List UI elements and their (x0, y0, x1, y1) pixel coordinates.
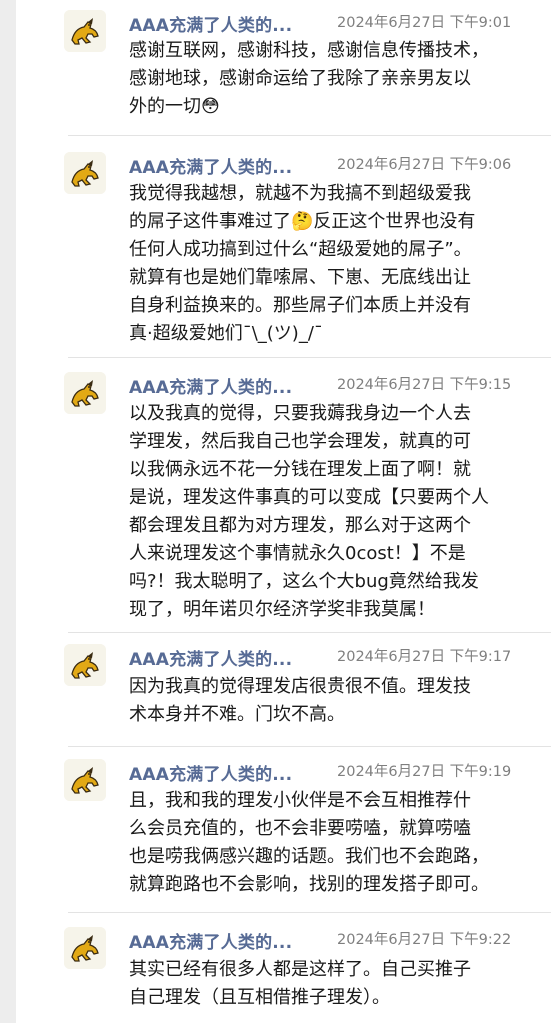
comment-feed: AAA充满了人类的... 2024年6月27日 下午9:01 感谢互联网，感谢科… (16, 0, 551, 1023)
horse-logo-icon (64, 927, 106, 969)
comment-text: 以及我真的觉得，只要我薅我身边一个人去 学理发，然后我自己也学会理发，就真的可 … (129, 403, 489, 620)
timestamp: 2024年6月27日 下午9:15 (337, 377, 512, 393)
author-name[interactable]: AAA充满了人类的... (129, 373, 292, 398)
author-name[interactable]: AAA充满了人类的... (129, 760, 292, 785)
timestamp: 2024年6月27日 下午9:22 (337, 932, 512, 948)
comment-text: 我觉得我越想，就越不为我搞不到超级爱我 的屌子这件事难过了🤔反正这个世界也没有 … (129, 183, 476, 344)
divider (68, 357, 551, 358)
divider (68, 135, 551, 136)
author-name[interactable]: AAA充满了人类的... (129, 645, 292, 670)
avatar[interactable] (64, 10, 106, 52)
author-name[interactable]: AAA充满了人类的... (129, 153, 292, 178)
author-name[interactable]: AAA充满了人类的... (129, 928, 292, 953)
horse-logo-icon (64, 152, 106, 194)
comment-text: 因为我真的觉得理发店很贵很不值。理发技 术本身并不难。门坎不高。 (129, 676, 471, 725)
avatar[interactable] (64, 759, 106, 801)
timestamp: 2024年6月27日 下午9:01 (337, 15, 512, 31)
horse-logo-icon (64, 372, 106, 414)
divider (68, 632, 551, 633)
timestamp: 2024年6月27日 下午9:19 (337, 764, 512, 780)
comment-text: 其实已经有很多人都是这样了。自己买推子 自己理发（且互相借推子理发）。 (129, 959, 471, 1008)
timestamp: 2024年6月27日 下午9:06 (337, 157, 512, 173)
divider (68, 746, 551, 747)
comment-text: 且，我和我的理发小伙伴是不会互相推荐什 么会员充值的，也不会非要唠嗑，就算唠嗑 … (129, 790, 489, 895)
avatar[interactable] (64, 372, 106, 414)
timestamp: 2024年6月27日 下午9:17 (337, 649, 512, 665)
comment-text: 感谢互联网，感谢科技，感谢信息传播技术， 感谢地球，感谢命运给了我除了亲亲男友以… (129, 40, 489, 117)
author-name[interactable]: AAA充满了人类的... (129, 11, 292, 36)
avatar[interactable] (64, 152, 106, 194)
horse-logo-icon (64, 759, 106, 801)
horse-logo-icon (64, 644, 106, 686)
divider (68, 912, 551, 913)
avatar[interactable] (64, 644, 106, 686)
horse-logo-icon (64, 10, 106, 52)
avatar[interactable] (64, 927, 106, 969)
